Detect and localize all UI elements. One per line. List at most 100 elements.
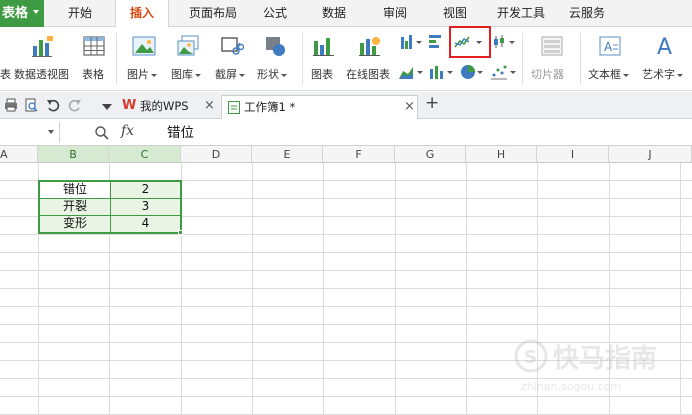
document-tab-strip: W 我的WPS × 工作簿1 * × + xyxy=(0,92,692,119)
tab-cloud[interactable]: 云服务 xyxy=(564,0,610,27)
stacked-chart-button[interactable] xyxy=(428,63,456,83)
pivot-chart-button[interactable]: 数据透视图 xyxy=(14,31,72,87)
online-chart-button[interactable]: 在线图表 xyxy=(344,31,396,87)
pie-chart-button[interactable] xyxy=(460,63,486,83)
grid-line xyxy=(0,306,692,307)
ribbon: 表 数据透视图 表格 图片 图库 截屏 形状 图表 在线图表 切片器 A 文本框… xyxy=(0,26,692,91)
column-header-i[interactable]: I xyxy=(537,146,609,163)
bar-chart-button[interactable] xyxy=(428,33,448,53)
undo-icon[interactable] xyxy=(46,98,60,112)
formula-bar: fx 错位 xyxy=(0,120,692,146)
column-header-j[interactable]: J xyxy=(609,146,692,163)
tab-workbook1[interactable]: 工作簿1 * × xyxy=(221,95,418,119)
pie-chart-icon xyxy=(461,65,483,79)
cell-c3[interactable]: 4 xyxy=(111,216,180,231)
picture-icon xyxy=(132,36,156,56)
tab-label: 插入 xyxy=(129,6,154,20)
tab-insert[interactable]: 插入 xyxy=(115,0,169,28)
tab-page-layout[interactable]: 页面布局 xyxy=(183,0,243,27)
column-header-b[interactable]: B xyxy=(38,146,109,163)
truncated-ribbon-label: 表 xyxy=(0,68,11,81)
area-chart-icon xyxy=(399,67,423,79)
shape-button[interactable]: 形状 xyxy=(254,31,296,87)
screenshot-label: 截屏 xyxy=(215,66,245,82)
grid-line xyxy=(0,288,692,289)
zoom-icon[interactable] xyxy=(94,125,110,141)
tab-review[interactable]: 审阅 xyxy=(377,0,413,27)
close-icon[interactable]: × xyxy=(204,95,215,117)
gallery-button[interactable]: 图库 xyxy=(168,31,208,87)
wordart-label: 艺术字 xyxy=(642,66,683,82)
print-icon[interactable] xyxy=(4,98,18,112)
cell-b2[interactable]: 开裂 xyxy=(40,199,110,214)
column-chart-icon xyxy=(401,35,422,49)
pivot-chart-icon xyxy=(32,36,53,57)
cell-c1[interactable]: 2 xyxy=(111,182,180,197)
ribbon-separator xyxy=(302,33,303,85)
table-button[interactable]: 表格 xyxy=(80,31,108,87)
tab-label: 视图 xyxy=(442,6,467,20)
textbox-button[interactable]: A 文本框 xyxy=(586,31,636,87)
chevron-down-icon xyxy=(195,73,201,77)
ribbon-separator xyxy=(522,33,523,85)
chart-button[interactable]: 图表 xyxy=(308,31,340,87)
chart-label: 图表 xyxy=(311,68,333,81)
tab-data[interactable]: 数据 xyxy=(316,0,352,27)
new-tab-button[interactable]: + xyxy=(425,93,439,113)
slicer-button[interactable]: 切片器 xyxy=(530,31,574,87)
tab-label: 页面布局 xyxy=(188,6,237,20)
quick-access-dropdown-icon[interactable] xyxy=(100,101,114,115)
cell-b3[interactable]: 变形 xyxy=(40,216,110,231)
watermark: S 快马指南 zhinan.sogou.com xyxy=(513,330,688,400)
column-header-a[interactable]: A xyxy=(0,146,38,163)
column-header-c[interactable]: C xyxy=(109,146,181,163)
fill-handle[interactable] xyxy=(178,230,183,235)
close-icon[interactable]: × xyxy=(404,96,415,118)
column-header-d[interactable]: D xyxy=(181,146,252,163)
tab-developer[interactable]: 开发工具 xyxy=(490,0,552,27)
chevron-down-icon xyxy=(281,73,287,77)
svg-text:S: S xyxy=(524,347,537,368)
tab-view[interactable]: 视图 xyxy=(437,0,473,27)
cell-c2[interactable]: 3 xyxy=(111,199,180,214)
highlight-annotation-box xyxy=(449,26,491,58)
column-header-f[interactable]: F xyxy=(323,146,395,163)
column-header-h[interactable]: H xyxy=(466,146,537,163)
selection-range[interactable]: 错位 2 开裂 3 变形 4 xyxy=(38,180,182,234)
tab-my-wps-label: 我的WPS xyxy=(140,99,189,113)
tab-label: 开始 xyxy=(67,6,92,20)
horizontal-bar-chart-icon xyxy=(429,35,441,48)
formula-input[interactable]: 错位 xyxy=(155,123,692,143)
gallery-label: 图库 xyxy=(171,66,201,82)
wordart-button[interactable]: A 艺术字 xyxy=(640,31,692,87)
grid-line xyxy=(0,252,692,253)
tab-formula[interactable]: 公式 xyxy=(257,0,293,27)
textbox-label: 文本框 xyxy=(588,66,629,82)
column-header-g[interactable]: G xyxy=(395,146,466,163)
tab-home[interactable]: 开始 xyxy=(62,0,98,27)
stock-chart-icon xyxy=(494,35,515,48)
name-box[interactable] xyxy=(0,122,60,143)
tab-my-wps[interactable]: W 我的WPS × xyxy=(120,95,220,119)
chevron-down-icon[interactable] xyxy=(48,130,54,134)
chevron-down-icon xyxy=(151,73,157,77)
tab-workbook1-label: 工作簿1 * xyxy=(244,100,296,114)
fx-button[interactable]: fx xyxy=(121,123,134,139)
online-chart-icon xyxy=(359,37,380,56)
cell-b1[interactable]: 错位 xyxy=(40,182,110,197)
app-menu-button[interactable]: 表格 xyxy=(0,0,44,27)
stock-chart-button[interactable] xyxy=(492,33,518,53)
screenshot-button[interactable]: 截屏 xyxy=(212,31,252,87)
shape-icon xyxy=(266,37,285,56)
redo-icon[interactable] xyxy=(68,98,82,112)
print-preview-icon[interactable] xyxy=(24,98,38,112)
table-icon xyxy=(83,36,105,56)
chevron-down-icon xyxy=(677,73,683,77)
picture-button[interactable]: 图片 xyxy=(124,31,164,87)
area-chart-button[interactable] xyxy=(398,63,426,83)
scatter-chart-button[interactable] xyxy=(490,63,518,83)
column-chart-button[interactable] xyxy=(400,33,424,53)
slicer-label: 切片器 xyxy=(531,68,564,81)
online-chart-label: 在线图表 xyxy=(346,68,390,81)
column-header-e[interactable]: E xyxy=(252,146,323,163)
